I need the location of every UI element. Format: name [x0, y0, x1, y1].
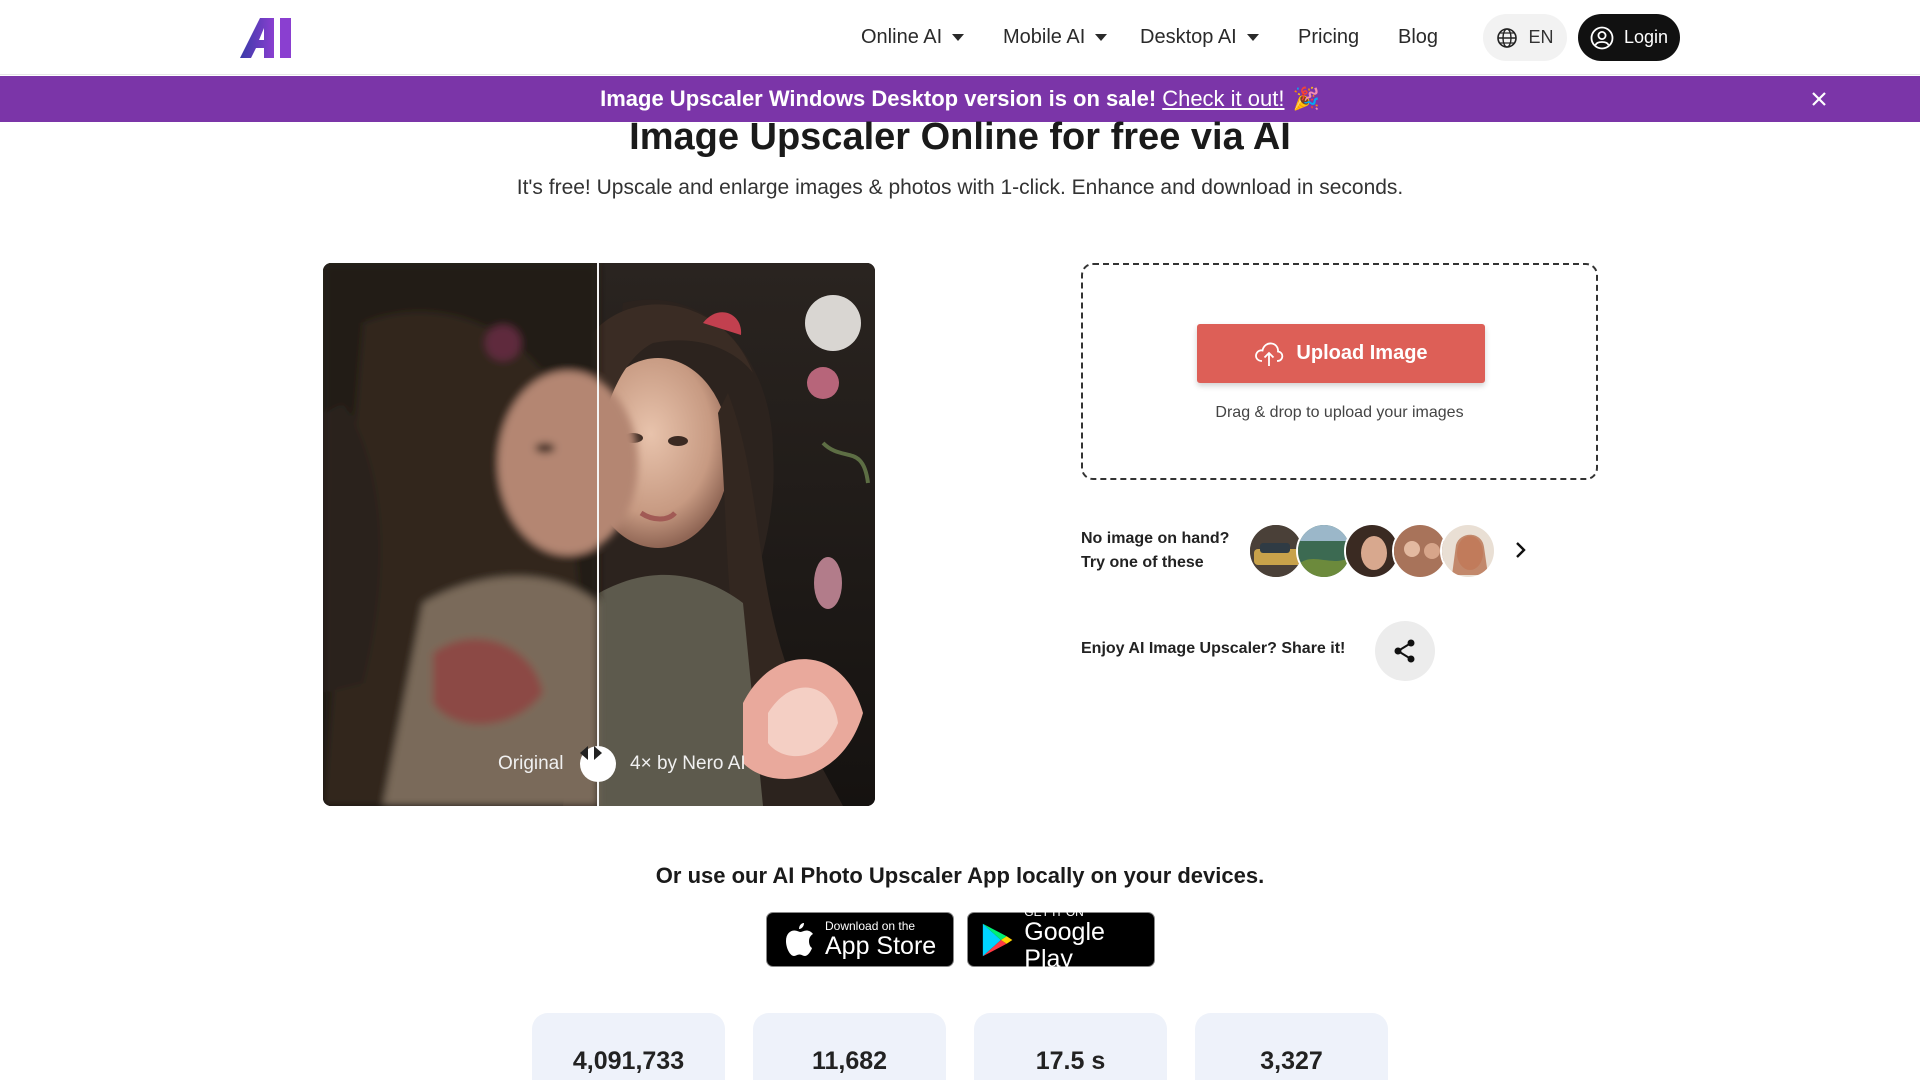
share-button[interactable] — [1375, 621, 1435, 681]
logo[interactable] — [240, 18, 302, 58]
app-store-button[interactable]: Download on the App Store — [766, 912, 954, 967]
google-play-button[interactable]: GET IT ON Google Play — [967, 906, 1155, 973]
stat-card: 17.5 s — [974, 1013, 1167, 1080]
page-subtitle: It's free! Upscale and enlarge images & … — [516, 176, 1404, 199]
cloud-upload-icon — [1255, 342, 1284, 366]
stat-value: 3,327 — [1260, 1047, 1323, 1075]
original-label: Original — [498, 753, 564, 774]
app-store-small-text: Download on the — [825, 918, 916, 933]
party-icon: 🎉 — [1292, 86, 1320, 111]
upload-image-button[interactable]: Upload Image — [1197, 324, 1485, 383]
caret-down-icon — [1095, 34, 1108, 41]
language-label: EN — [1528, 27, 1554, 47]
share-prompt: Enjoy AI Image Upscaler? Share it! — [1081, 640, 1346, 657]
upload-dropzone[interactable]: Upload Image Drag & drop to upload your … — [1081, 263, 1598, 480]
stat-card: 11,682 — [753, 1013, 946, 1080]
nav-label: Desktop AI — [1140, 26, 1237, 48]
sample-prompt: No image on hand? Try one of these — [1081, 527, 1229, 575]
enhanced-label: 4× by Nero AI — [630, 753, 746, 774]
comparison-slider-handle[interactable] — [580, 746, 616, 782]
language-button[interactable]: EN — [1483, 14, 1567, 61]
portrait-thumbnail — [1442, 525, 1494, 577]
share-icon — [1394, 639, 1415, 663]
sample-prompt-line2: Try one of these — [1081, 554, 1204, 571]
stat-card: 3,327 — [1195, 1013, 1388, 1080]
stat-value: 11,682 — [811, 1047, 888, 1075]
sample-thumb-portrait-2[interactable] — [1440, 523, 1496, 579]
banner-text: Image Upscaler Windows Desktop version i… — [600, 86, 1157, 111]
nav-label: Mobile AI — [1003, 26, 1086, 48]
upload-hint: Drag & drop to upload your images — [1215, 404, 1464, 421]
stat-value: 4,091,733 — [572, 1047, 685, 1075]
stat-value: 17.5 s — [1035, 1047, 1106, 1075]
caret-down-icon — [952, 34, 965, 41]
before-after-comparison[interactable]: Original 4× by Nero AI — [323, 263, 875, 806]
app-store-big-text: App Store — [825, 931, 937, 960]
user-icon — [1590, 26, 1614, 49]
caret-down-icon — [1246, 34, 1259, 41]
nav-pricing[interactable]: Pricing — [1298, 0, 1359, 75]
login-label: Login — [1623, 27, 1669, 47]
nav-label: Online AI — [861, 26, 943, 48]
chevron-right-icon[interactable] — [1510, 540, 1530, 560]
nav-online-ai[interactable]: Online AI — [861, 0, 965, 75]
site-header: Online AI Mobile AI Desktop AI Pricing B… — [0, 0, 1920, 75]
nav-label: Blog — [1398, 26, 1439, 48]
google-play-big-text: Google Play — [1024, 918, 1105, 973]
left-right-arrows-icon — [580, 746, 602, 760]
nav-mobile-ai[interactable]: Mobile AI — [1003, 0, 1108, 75]
login-button[interactable]: Login — [1578, 14, 1680, 61]
stat-card: 4,091,733 — [532, 1013, 725, 1080]
globe-icon — [1497, 27, 1518, 48]
page-title: Image Upscaler Online for free via AI — [629, 116, 1291, 158]
banner-link[interactable]: Check it out! — [1162, 86, 1284, 112]
apple-icon — [786, 922, 813, 956]
comparison-divider — [597, 263, 599, 806]
google-play-icon — [982, 923, 1013, 956]
sample-prompt-line1: No image on hand? — [1081, 530, 1230, 547]
upload-button-label: Upload Image — [1296, 342, 1428, 364]
nav-label: Pricing — [1298, 26, 1360, 48]
apps-heading: Or use our AI Photo Upscaler App locally… — [655, 863, 1265, 888]
nav-blog[interactable]: Blog — [1398, 0, 1438, 75]
close-icon[interactable] — [1808, 88, 1830, 110]
portrait-illustration — [323, 263, 875, 806]
nav-desktop-ai[interactable]: Desktop AI — [1140, 0, 1259, 75]
